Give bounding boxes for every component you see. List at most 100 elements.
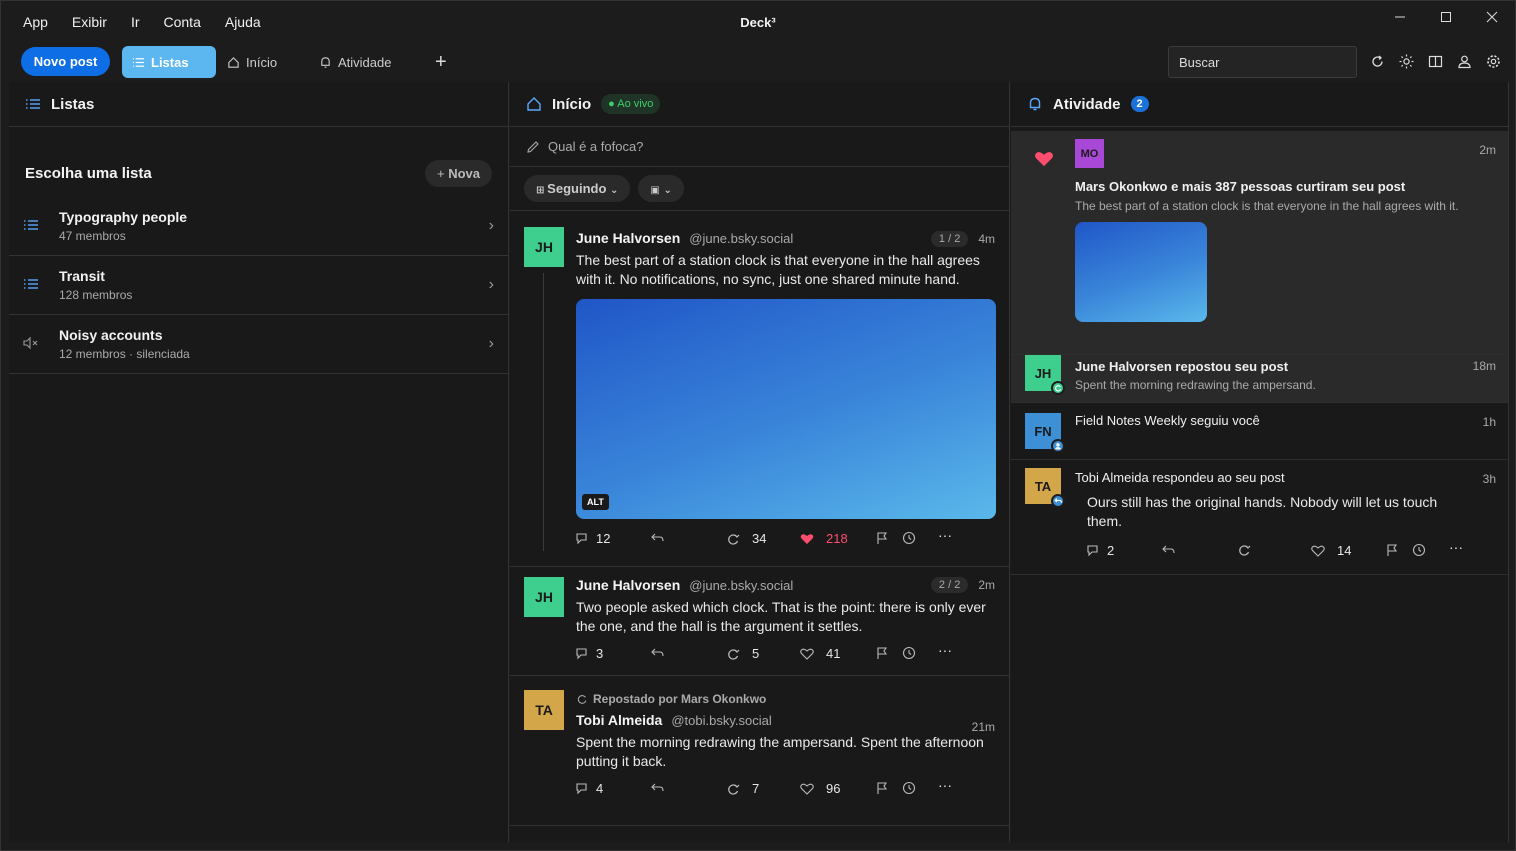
post-actions: 4 7 96 ···: [576, 771, 995, 811]
more-icon[interactable]: ···: [938, 777, 952, 793]
quote-reply-button[interactable]: [650, 531, 664, 545]
account-icon[interactable]: [1454, 51, 1474, 71]
notification-item[interactable]: TA 3h Tobi Almeida respondeu ao seu post…: [1011, 460, 1508, 575]
chevron-down-icon: ⌄: [610, 185, 619, 196]
author-handle[interactable]: @june.bsky.social: [689, 578, 793, 593]
list-item[interactable]: Noisy accounts 12 membros · silenciada ›: [9, 315, 508, 374]
author-name[interactable]: June Halvorsen: [576, 577, 680, 593]
reply-count: 12: [596, 531, 611, 546]
following-filter[interactable]: ⊞ Seguindo ⌄: [524, 175, 631, 202]
report-button[interactable]: [1385, 543, 1399, 557]
search-input[interactable]: Buscar: [1168, 46, 1357, 78]
alt-badge[interactable]: ALT: [582, 494, 609, 510]
avatar[interactable]: JH: [524, 577, 564, 617]
schedule-button[interactable]: [902, 781, 916, 795]
author-name[interactable]: June Halvorsen: [576, 230, 680, 246]
post-actions: 12 34 218 ···: [576, 519, 995, 559]
like-button[interactable]: 14: [1311, 543, 1351, 558]
follow-badge-icon: [1051, 439, 1065, 453]
more-icon[interactable]: ···: [1449, 539, 1463, 555]
list-item[interactable]: Transit 128 membros ›: [9, 256, 508, 315]
post-image-thumbnail[interactable]: [1075, 222, 1207, 322]
repost-button[interactable]: 5: [726, 646, 759, 661]
menu-ajuda[interactable]: Ajuda: [213, 14, 273, 30]
like-button[interactable]: 41: [800, 646, 840, 661]
tab-listas[interactable]: Listas: [122, 46, 216, 78]
notification-item[interactable]: FN 1h Field Notes Weekly seguiu você: [1011, 403, 1508, 460]
repost-button[interactable]: 34: [726, 531, 766, 546]
plus-icon: +: [436, 165, 449, 181]
reply-button[interactable]: 12: [576, 531, 610, 546]
menu-exibir[interactable]: Exibir: [60, 14, 119, 30]
like-button[interactable]: 96: [800, 781, 840, 796]
reply-button[interactable]: 3: [576, 646, 603, 661]
minimize-icon[interactable]: [1377, 1, 1423, 33]
columns-icon[interactable]: [1425, 51, 1445, 71]
repost-button[interactable]: [1237, 543, 1251, 557]
post-image[interactable]: ALT: [576, 299, 996, 519]
menu-conta[interactable]: Conta: [152, 14, 213, 30]
reply-button[interactable]: 2: [1087, 543, 1114, 558]
heart-icon: [1311, 545, 1325, 557]
column-title: Início: [552, 95, 592, 113]
mute-icon: [23, 336, 59, 353]
report-button[interactable]: [875, 781, 889, 795]
schedule-button[interactable]: [902, 646, 916, 660]
clock-icon: [902, 781, 916, 795]
add-tab-button[interactable]: +: [425, 46, 457, 78]
repost-count: 5: [752, 646, 760, 661]
repost-icon: [1239, 545, 1251, 556]
avatar[interactable]: TA: [1025, 468, 1065, 508]
maximize-icon[interactable]: [1423, 1, 1469, 33]
bell-icon: [321, 56, 330, 68]
post[interactable]: JH 2 / 2 2m June Halvorsen @june.bsky.so…: [510, 567, 1009, 676]
media-filter[interactable]: ▣ ⌄: [638, 175, 684, 202]
notification-preview: The best part of a station clock is that…: [1075, 199, 1459, 213]
quote-reply-button[interactable]: [1161, 543, 1175, 557]
quote-reply-button[interactable]: [650, 646, 664, 660]
quote-reply-button[interactable]: [650, 781, 664, 795]
menu-ir[interactable]: Ir: [119, 14, 152, 30]
theme-icon[interactable]: [1396, 51, 1416, 71]
notification-item[interactable]: MO 2m Mars Okonkwo e mais 387 pessoas cu…: [1011, 131, 1508, 355]
avatar[interactable]: TA: [524, 690, 564, 730]
close-icon[interactable]: [1469, 1, 1515, 33]
author-handle[interactable]: @tobi.bsky.social: [671, 713, 771, 728]
refresh-icon[interactable]: [1367, 51, 1387, 71]
notification-item[interactable]: JH 18m June Halvorsen repostou seu post …: [1011, 355, 1508, 403]
lists-header: Escolha uma lista + Nova: [9, 127, 508, 197]
post[interactable]: JH 1 / 2 4m June Halvorsen @june.bsky.so…: [510, 211, 1009, 567]
repost-button[interactable]: 7: [726, 781, 759, 796]
compose-box[interactable]: Qual é a fofoca?: [510, 127, 1009, 167]
notification-title: June Halvorsen repostou seu post: [1075, 359, 1289, 374]
avatar[interactable]: JH: [524, 227, 564, 267]
new-post-button[interactable]: Novo post: [21, 47, 110, 76]
settings-icon[interactable]: [1483, 51, 1503, 71]
report-button[interactable]: [875, 646, 889, 660]
author-name[interactable]: Tobi Almeida: [576, 712, 662, 728]
notification-time: 2m: [1479, 143, 1496, 157]
post[interactable]: TA 21m Repostado por Mars Okonkwo Tobi A…: [510, 676, 1009, 826]
chevron-right-icon: ›: [488, 335, 494, 352]
more-icon[interactable]: ···: [938, 527, 952, 543]
author-handle[interactable]: @june.bsky.social: [689, 231, 793, 246]
report-button[interactable]: [875, 531, 889, 545]
more-icon[interactable]: ···: [938, 642, 952, 658]
new-list-button[interactable]: + Nova: [424, 159, 492, 187]
reply-button[interactable]: 4: [576, 781, 603, 796]
avatar[interactable]: FN: [1025, 413, 1065, 453]
app-window: App Exibir Ir Conta Ajuda Deck³ Novo pos…: [0, 0, 1516, 851]
avatar[interactable]: JH: [1025, 355, 1065, 395]
tab-atividade[interactable]: Atividade: [309, 46, 401, 78]
list-members: 47 membros: [59, 229, 126, 243]
list-icon: [132, 57, 145, 67]
list-item[interactable]: Typography people 47 membros ›: [9, 197, 508, 256]
tab-inicio[interactable]: Início: [217, 46, 287, 78]
schedule-button[interactable]: [902, 531, 916, 545]
schedule-button[interactable]: [1412, 543, 1426, 557]
like-button[interactable]: 218: [800, 531, 848, 546]
menu-app[interactable]: App: [11, 14, 60, 30]
column-title: Listas: [51, 95, 95, 113]
avatar[interactable]: MO: [1075, 139, 1104, 168]
list-members: 128 membros: [59, 288, 133, 302]
